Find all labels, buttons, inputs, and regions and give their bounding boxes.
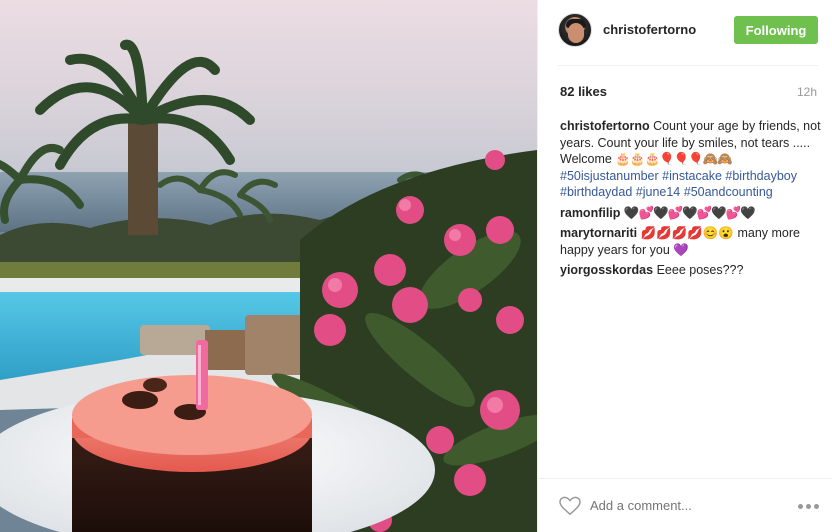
comment-item: marytornariti 💋💋💋💋😊😮 many more happy yea… bbox=[560, 225, 822, 258]
hashtag[interactable]: #birthdaydad bbox=[560, 185, 632, 199]
caption-comment: christofertorno Count your age by friend… bbox=[560, 118, 822, 201]
more-dot bbox=[806, 504, 811, 509]
profile-avatar[interactable] bbox=[558, 13, 592, 47]
avatar-face bbox=[568, 23, 584, 43]
comment-item: ramonfilip 🖤💕🖤💕🖤💕🖤💕🖤 bbox=[560, 205, 822, 222]
hashtag[interactable]: #instacake bbox=[662, 169, 722, 183]
hashtag[interactable]: #50isjustanumber bbox=[560, 169, 659, 183]
more-dot bbox=[814, 504, 819, 509]
following-button[interactable]: Following bbox=[734, 16, 818, 44]
instagram-post: christofertorno Following 82 likes 12h c… bbox=[0, 0, 832, 532]
comment-text: 🖤💕🖤💕🖤💕🖤💕🖤 bbox=[623, 205, 756, 220]
comment-text: Eeee poses??? bbox=[656, 263, 744, 277]
post-photo[interactable] bbox=[0, 0, 537, 532]
more-options-icon[interactable] bbox=[798, 504, 819, 509]
comment-username[interactable]: yiorgosskordas bbox=[560, 263, 653, 277]
hashtag[interactable]: #50andcounting bbox=[684, 185, 773, 199]
heart-icon[interactable] bbox=[559, 496, 581, 516]
caption-emoji: 🎂🎂🎂🎈🎈🎈🙈🙈 bbox=[615, 152, 733, 166]
header-divider bbox=[558, 65, 818, 66]
post-header: christofertorno Following bbox=[538, 0, 832, 64]
likes-count[interactable]: 82 likes bbox=[560, 84, 607, 99]
post-timestamp[interactable]: 12h bbox=[797, 85, 817, 99]
caption-welcome: Welcome bbox=[560, 152, 612, 166]
comments-list: christofertorno Count your age by friend… bbox=[560, 118, 822, 283]
hashtag[interactable]: #birthdayboy bbox=[725, 169, 797, 183]
post-details-panel: christofertorno Following 82 likes 12h c… bbox=[537, 0, 832, 532]
comment-item: yiorgosskordas Eeee poses??? bbox=[560, 262, 822, 279]
comment-username[interactable]: marytornariti bbox=[560, 226, 637, 240]
more-dot bbox=[798, 504, 803, 509]
comment-bar bbox=[538, 478, 832, 532]
post-author-username[interactable]: christofertorno bbox=[603, 22, 696, 37]
caption-username[interactable]: christofertorno bbox=[560, 119, 650, 133]
birthday-cake-pool-photo bbox=[0, 0, 537, 532]
comment-username[interactable]: ramonfilip bbox=[560, 206, 620, 220]
hashtag[interactable]: #june14 bbox=[636, 185, 681, 199]
add-comment-input[interactable] bbox=[590, 498, 770, 513]
